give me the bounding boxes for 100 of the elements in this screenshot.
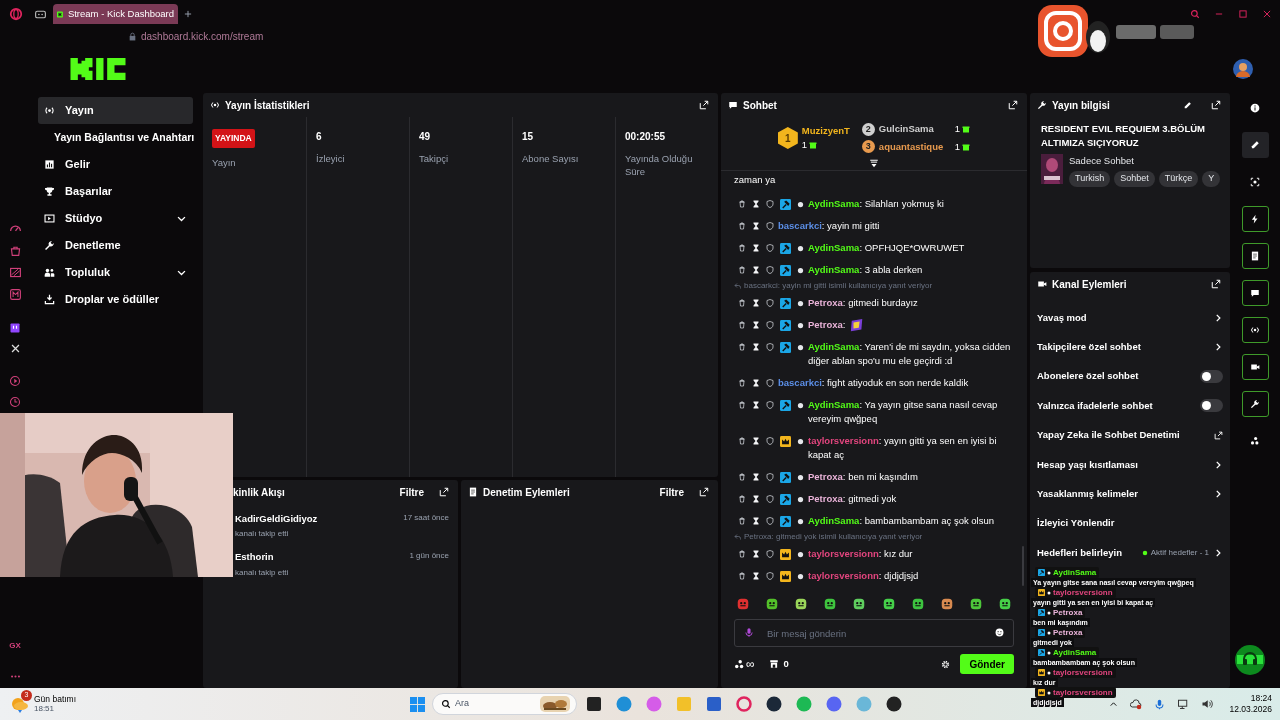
tool-button[interactable] <box>1241 280 1269 306</box>
action-row[interactable]: Yalnızca ifadelerle sohbet <box>1030 391 1230 421</box>
filter-link[interactable]: Filtre <box>659 484 684 500</box>
shield-icon[interactable] <box>766 299 774 307</box>
emote-icon[interactable] <box>968 597 983 611</box>
delete-icon[interactable] <box>738 299 746 307</box>
nav-item[interactable]: Başarılar <box>38 178 193 205</box>
pop-out-icon[interactable] <box>1211 100 1221 110</box>
message-input[interactable]: Bir mesaj gönderin <box>734 619 1014 647</box>
microphone-icon[interactable] <box>744 627 754 638</box>
emote-icon[interactable] <box>939 597 954 611</box>
nav-item[interactable]: Gelir <box>38 151 193 178</box>
timeout-icon[interactable] <box>752 572 760 580</box>
app-icon[interactable] <box>585 695 604 713</box>
tag-chip[interactable]: Y <box>1202 171 1221 187</box>
shield-icon[interactable] <box>766 550 774 558</box>
delete-icon[interactable] <box>738 266 746 274</box>
nav-item[interactable]: Yayın <box>38 97 193 124</box>
pop-out-icon[interactable] <box>699 487 709 497</box>
gifter-name[interactable]: MuzizyenT <box>801 123 850 138</box>
emoji-icon[interactable] <box>995 628 1004 637</box>
delete-icon[interactable] <box>738 473 746 481</box>
x-icon[interactable] <box>9 343 21 354</box>
emote-icon[interactable] <box>998 597 1012 611</box>
tag-chip[interactable]: Turkish <box>1069 171 1111 187</box>
emote-icon[interactable] <box>765 597 780 611</box>
toggle-switch[interactable] <box>1200 369 1223 383</box>
pop-out-icon[interactable] <box>699 100 709 110</box>
search-field[interactable]: Ara <box>455 697 536 711</box>
striped-square-icon[interactable] <box>8 266 22 279</box>
timeout-icon[interactable] <box>752 495 760 503</box>
app-icon[interactable] <box>765 695 784 713</box>
timeout-icon[interactable] <box>752 473 760 481</box>
timeout-icon[interactable] <box>752 200 760 208</box>
chevron-right-icon[interactable] <box>1213 342 1223 353</box>
search-icon[interactable] <box>1190 9 1200 19</box>
browser-tab[interactable]: Stream - Kick Dashboard <box>53 4 178 24</box>
monitor-icon[interactable] <box>1177 698 1190 710</box>
delete-icon[interactable] <box>738 200 746 208</box>
timeout-icon[interactable] <box>752 379 760 387</box>
app-icon[interactable] <box>885 695 904 713</box>
nav-item[interactable]: Topluluk <box>38 259 193 286</box>
delete-icon[interactable] <box>738 495 746 503</box>
emote-icon[interactable] <box>823 597 838 611</box>
shield-icon[interactable] <box>766 473 774 481</box>
timeout-icon[interactable] <box>752 343 760 351</box>
tool-button[interactable] <box>1241 354 1269 380</box>
shield-icon[interactable] <box>766 401 774 409</box>
timeout-icon[interactable] <box>752 517 760 525</box>
clock-icon[interactable] <box>9 396 21 408</box>
user-avatar[interactable] <box>1233 59 1253 79</box>
nav-item[interactable]: Droplar ve ödüller <box>38 286 193 313</box>
microphone-icon[interactable] <box>1154 698 1166 710</box>
windows-start-icon[interactable] <box>410 696 426 712</box>
nav-item[interactable]: Stüdyo <box>38 205 193 232</box>
pop-out-icon[interactable] <box>1211 279 1221 289</box>
timeout-icon[interactable] <box>752 299 760 307</box>
send-button[interactable]: Gönder <box>960 654 1014 674</box>
clock-date[interactable]: 12.03.2026 <box>1229 704 1272 715</box>
delete-icon[interactable] <box>738 244 746 252</box>
browser-logo-icon[interactable] <box>9 7 23 21</box>
weather-icon[interactable] <box>10 695 30 713</box>
action-row[interactable]: Yasaklanmış kelimeler <box>1030 479 1230 509</box>
kick-logo[interactable] <box>70 58 126 80</box>
emote-icon[interactable] <box>881 597 896 611</box>
nav-item[interactable]: Yayın Bağlantısı ve Anahtarı <box>38 124 201 151</box>
chevron-up-icon[interactable] <box>1109 699 1119 709</box>
streaming-app-icon[interactable] <box>9 322 21 334</box>
action-row[interactable]: Takipçilere özel sohbet <box>1030 332 1230 362</box>
shield-icon[interactable] <box>766 343 774 351</box>
action-row[interactable]: Yapay Zeka ile Sohbet Denetimi <box>1030 420 1230 450</box>
event-user[interactable]: Esthorin <box>235 550 289 565</box>
tag-chip[interactable]: Türkçe <box>1158 171 1199 187</box>
action-row[interactable]: Hedefleri belirleyin Aktif hedefler - 1 <box>1030 538 1230 568</box>
shield-icon[interactable] <box>766 200 774 208</box>
settings-icon[interactable] <box>941 659 951 669</box>
play-circle-icon[interactable] <box>9 375 21 387</box>
delete-icon[interactable] <box>738 379 746 387</box>
shield-icon[interactable] <box>766 321 774 329</box>
timeout-icon[interactable] <box>752 321 760 329</box>
chevron-right-icon[interactable] <box>1213 312 1223 323</box>
delete-icon[interactable] <box>738 517 746 525</box>
shield-icon[interactable] <box>766 517 774 525</box>
action-row[interactable]: İzleyici Yönlendir <box>1030 508 1230 539</box>
delete-icon[interactable] <box>738 437 746 445</box>
delete-icon[interactable] <box>738 222 746 230</box>
scrollbar-thumb[interactable] <box>1022 546 1024 586</box>
delete-icon[interactable] <box>738 550 746 558</box>
delete-icon[interactable] <box>738 572 746 580</box>
timeout-icon[interactable] <box>752 437 760 445</box>
new-tab-icon[interactable] <box>183 9 193 19</box>
shield-icon[interactable] <box>766 266 774 274</box>
toggle-switch[interactable] <box>1200 399 1223 413</box>
gifter-name[interactable]: aquantastique <box>878 139 951 154</box>
delete-icon[interactable] <box>738 343 746 351</box>
event-user[interactable]: KadirGeldiGidiyoz <box>235 512 318 527</box>
search-bar[interactable]: Ara <box>432 693 578 715</box>
chevron-right-icon[interactable] <box>1213 459 1223 470</box>
category-name[interactable]: Sadece Sohbet <box>1069 154 1223 169</box>
action-row[interactable]: Abonelere özel sohbet <box>1030 361 1230 392</box>
